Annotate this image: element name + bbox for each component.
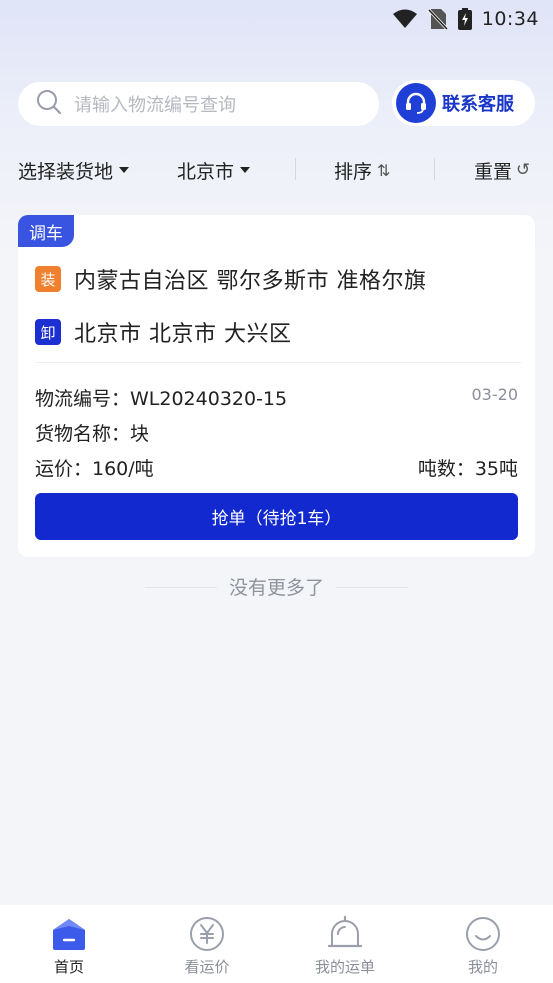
sort-button[interactable]: 排序 ⇅ bbox=[334, 157, 390, 184]
chevron-down-icon bbox=[119, 167, 130, 173]
unload-badge: 卸 bbox=[35, 319, 61, 345]
contact-service-button[interactable]: 联系客服 bbox=[392, 80, 535, 126]
search-placeholder: 请输入物流编号查询 bbox=[74, 95, 236, 116]
tab-profile-label: 我的 bbox=[467, 958, 498, 976]
order-card[interactable]: 调车 装 内蒙古自治区 鄂尔多斯市 准格尔旗 卸 北京市 北京市 大兴区 物流编… bbox=[18, 215, 535, 557]
home-icon bbox=[51, 915, 87, 953]
location-filter-label: 选择装货地 bbox=[18, 160, 114, 183]
tab-freight-rates[interactable]: 看运价 bbox=[138, 905, 276, 983]
tab-profile[interactable]: 我的 bbox=[414, 905, 552, 983]
wifi-icon bbox=[392, 9, 418, 29]
list-end-indicator: 没有更多了 bbox=[0, 576, 553, 600]
status-time: 10:34 bbox=[481, 8, 539, 30]
battery-charging-icon bbox=[457, 8, 472, 30]
no-sim-icon bbox=[427, 8, 448, 30]
search-input[interactable]: 请输入物流编号查询 bbox=[18, 82, 379, 126]
location-filter[interactable]: 选择装货地 bbox=[18, 157, 130, 184]
sort-icon: ⇅ bbox=[377, 160, 391, 180]
reset-button[interactable]: 重置 ↺ bbox=[474, 157, 530, 184]
refresh-icon: ↺ bbox=[516, 160, 531, 180]
status-bar: 10:34 bbox=[0, 0, 553, 38]
filter-row: 选择装货地 北京市 排序 ⇅ 重置 ↺ bbox=[0, 150, 553, 190]
divider bbox=[295, 158, 296, 180]
goods-name: 货物名称：块 bbox=[35, 423, 150, 445]
bell-icon bbox=[327, 915, 363, 953]
order-date: 03-20 bbox=[471, 385, 519, 404]
tab-freight-rates-label: 看运价 bbox=[184, 958, 230, 976]
dispatch-tag: 调车 bbox=[18, 215, 74, 247]
smile-icon bbox=[465, 915, 501, 953]
reset-label: 重置 bbox=[474, 160, 513, 183]
headset-icon bbox=[396, 83, 436, 123]
yuan-icon bbox=[189, 915, 225, 953]
chevron-down-icon bbox=[240, 167, 251, 173]
unload-route: 卸 北京市 北京市 大兴区 bbox=[35, 316, 292, 348]
bottom-tab-bar: 首页 看运价 我的运单 我的 bbox=[0, 905, 553, 983]
contact-service-label: 联系客服 bbox=[442, 94, 514, 115]
divider bbox=[434, 158, 435, 180]
card-divider bbox=[35, 362, 521, 363]
search-row: 请输入物流编号查询 联系客服 bbox=[18, 80, 535, 126]
logistics-number: 物流编号：WL20240320-15 bbox=[35, 388, 288, 410]
grab-order-button[interactable]: 抢单（待抢1车） bbox=[35, 493, 518, 540]
unload-route-text: 北京市 北京市 大兴区 bbox=[74, 322, 292, 347]
sort-label: 排序 bbox=[334, 160, 373, 183]
search-icon bbox=[36, 89, 62, 119]
load-route: 装 内蒙古自治区 鄂尔多斯市 准格尔旗 bbox=[35, 263, 427, 295]
load-route-text: 内蒙古自治区 鄂尔多斯市 准格尔旗 bbox=[74, 269, 427, 294]
tab-my-waybills-label: 我的运单 bbox=[314, 958, 375, 976]
city-filter[interactable]: 北京市 bbox=[177, 157, 251, 184]
tonnage: 吨数：35吨 bbox=[417, 458, 518, 480]
no-more-text: 没有更多了 bbox=[228, 577, 324, 599]
load-badge: 装 bbox=[35, 266, 61, 292]
tab-my-waybills[interactable]: 我的运单 bbox=[276, 905, 414, 983]
freight-price: 运价：160/吨 bbox=[35, 458, 154, 480]
tab-home[interactable]: 首页 bbox=[0, 905, 138, 983]
city-filter-label: 北京市 bbox=[177, 160, 235, 183]
tab-home-label: 首页 bbox=[53, 958, 84, 976]
